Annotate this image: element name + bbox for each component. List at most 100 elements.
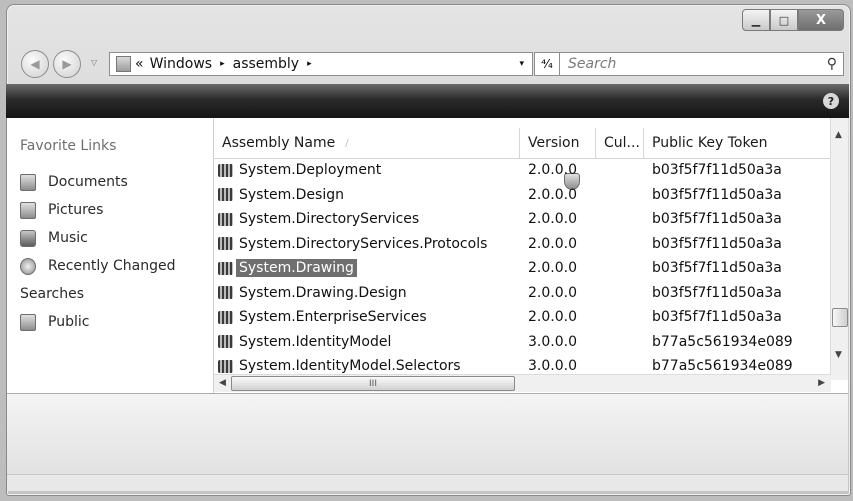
minimize-button[interactable]: ▁	[742, 9, 770, 31]
table-row[interactable]: System.Drawing 2.0.0.0 b03f5f7f11d50a3a	[214, 256, 831, 281]
version-cell: 3.0.0.0	[528, 358, 577, 375]
version-cell: 2.0.0.0	[528, 235, 577, 252]
assembly-icon	[218, 310, 233, 324]
scroll-right-icon[interactable]: ▶	[818, 378, 825, 388]
sidebar-item-label: Recently Changed	[48, 258, 176, 274]
public-key-token-cell: b03f5f7f11d50a3a	[652, 284, 782, 301]
table-row[interactable]: System.Drawing.Design 2.0.0.0 b03f5f7f11d5…	[214, 281, 831, 306]
sidebar-item-music[interactable]: Music	[20, 224, 176, 252]
assembly-name-cell: System.IdentityModel.Selectors	[214, 357, 520, 375]
horizontal-scrollbar[interactable]: ◀ III ▶	[214, 374, 831, 392]
sidebar-item-label: Pictures	[48, 202, 104, 218]
breadcrumb-separator-icon[interactable]: ▸	[307, 59, 312, 69]
status-bar	[7, 474, 848, 491]
vertical-scroll-thumb[interactable]	[832, 308, 848, 327]
sidebar-item-documents[interactable]: Documents	[20, 168, 176, 196]
command-toolbar: ?	[6, 84, 849, 118]
public-key-token-cell: b03f5f7f11d50a3a	[652, 186, 782, 203]
public-key-token-cell: b03f5f7f11d50a3a	[652, 211, 782, 228]
scroll-up-icon[interactable]: ▲	[835, 130, 842, 140]
forward-button[interactable]: ▶	[53, 50, 81, 78]
column-header-version[interactable]: Version	[520, 128, 596, 158]
navigation-bar: ◀ ▶ ▽ « Windows ▸ assembly ▸ ▾ ⁴⁄₄ Searc…	[15, 47, 844, 79]
refresh-icon: ⁴⁄₄	[541, 57, 553, 71]
recent-pages-dropdown[interactable]: ▽	[91, 58, 97, 67]
assembly-icon	[218, 261, 233, 275]
search-box[interactable]: Search ⚲	[559, 52, 844, 76]
forward-arrow-icon: ▶	[62, 57, 72, 71]
search-input[interactable]: Search	[568, 56, 616, 72]
documents-icon	[20, 173, 36, 191]
address-dropdown-icon[interactable]: ▾	[519, 59, 524, 69]
help-icon[interactable]: ?	[823, 93, 839, 109]
breadcrumb-separator-icon[interactable]: ▸	[220, 59, 225, 69]
column-header-row: Assembly Name / Version Cul... Public Key…	[214, 128, 831, 159]
assembly-name: System.IdentityModel	[239, 333, 392, 350]
navigation-pane: Favorite Links Documents Pictures Music …	[7, 118, 580, 393]
public-key-token-cell: b77a5c561934e089	[652, 333, 793, 350]
table-row[interactable]: System.Deployment 2.0.0.0 b03f5f7f11d50a3a	[214, 158, 831, 183]
sidebar-item-label: Documents	[48, 174, 128, 190]
refresh-button[interactable]: ⁴⁄₄	[534, 52, 560, 76]
scroll-left-icon[interactable]: ◀	[219, 378, 226, 388]
sidebar-item-recently-changed[interactable]: Recently Changed	[20, 252, 176, 280]
column-header-culture[interactable]: Cul...	[596, 128, 644, 158]
file-list-pane: Assembly Name / Version Cul... Public Key…	[214, 118, 848, 393]
assembly-name-cell: System.IdentityModel	[214, 333, 520, 351]
column-header-public-key-token[interactable]: Public Key Token	[644, 128, 831, 158]
horizontal-scroll-thumb[interactable]: III	[231, 376, 515, 391]
sidebar-item-label: Music	[48, 230, 88, 246]
assembly-name-cell: System.Deployment	[214, 161, 520, 179]
assembly-name-cell: System.Design	[214, 186, 520, 204]
table-row[interactable]: System.DirectoryServices 2.0.0.0 b03f5f7f1…	[214, 207, 831, 232]
assembly-name: System.Drawing	[236, 259, 357, 278]
music-icon	[20, 229, 36, 247]
version-cell: 3.0.0.0	[528, 333, 577, 350]
assembly-name: System.DirectoryServices.Protocols	[239, 235, 488, 252]
version-cell: 2.0.0.0	[528, 186, 577, 203]
assembly-icon	[218, 212, 233, 226]
version-cell: 2.0.0.0	[528, 260, 577, 277]
sidebar-item-searches[interactable]: Searches	[20, 173, 580, 308]
details-pane	[7, 394, 848, 474]
scroll-grip-icon: III	[369, 378, 377, 389]
assembly-icon	[218, 237, 233, 251]
public-icon	[20, 313, 36, 331]
search-icon[interactable]: ⚲	[827, 56, 837, 72]
assembly-name: System.Drawing.Design	[239, 284, 407, 301]
breadcrumb-assembly[interactable]: assembly	[233, 56, 299, 72]
assembly-icon	[218, 335, 233, 349]
public-key-token-cell: b03f5f7f11d50a3a	[652, 162, 782, 179]
assembly-name: System.DirectoryServices	[239, 211, 420, 228]
assembly-icon	[218, 359, 233, 373]
breadcrumb-windows[interactable]: Windows	[150, 56, 213, 72]
sidebar-item-label: Public	[48, 314, 90, 330]
assembly-name-cell: System.DirectoryServices	[214, 210, 520, 228]
vertical-scrollbar[interactable]: ▲ ▼	[830, 118, 848, 380]
assembly-name: System.Deployment	[239, 162, 382, 179]
content-area: Favorite Links Documents Pictures Music …	[7, 118, 848, 394]
window-controls: ▁ □ X	[742, 9, 844, 31]
address-bar[interactable]: « Windows ▸ assembly ▸ ▾	[109, 52, 533, 76]
address-prefix[interactable]: «	[135, 56, 144, 72]
close-button[interactable]: X	[798, 9, 844, 31]
sidebar-item-public[interactable]: Public	[20, 308, 176, 336]
table-row[interactable]: System.EnterpriseServices 2.0.0.0 b03f5f7f…	[214, 305, 831, 330]
maximize-button[interactable]: □	[770, 9, 798, 31]
favorite-links-heading: Favorite Links	[20, 138, 117, 154]
table-row[interactable]: System.Design 2.0.0.0 b03f5f7f11d50a3a	[214, 183, 831, 208]
column-header-assembly-name[interactable]: Assembly Name /	[214, 128, 520, 158]
back-button[interactable]: ◀	[21, 50, 49, 78]
version-cell: 2.0.0.0	[528, 284, 577, 301]
sidebar-item-pictures[interactable]: Pictures	[20, 196, 176, 224]
assembly-name-cell: System.EnterpriseServices	[214, 308, 520, 326]
table-row[interactable]: System.DirectoryServices.Protocols 2.0.0.…	[214, 232, 831, 257]
back-arrow-icon: ◀	[30, 57, 40, 71]
scroll-down-icon[interactable]: ▼	[835, 350, 842, 360]
assembly-list: System.Deployment 2.0.0.0 b03f5f7f11d50a3a…	[214, 158, 831, 379]
sort-indicator-icon: /	[345, 137, 349, 149]
recently-changed-icon	[20, 257, 36, 275]
public-key-token-cell: b03f5f7f11d50a3a	[652, 235, 782, 252]
version-cell: 2.0.0.0	[528, 309, 577, 326]
table-row[interactable]: System.IdentityModel 3.0.0.0 b77a5c561934e…	[214, 330, 831, 355]
